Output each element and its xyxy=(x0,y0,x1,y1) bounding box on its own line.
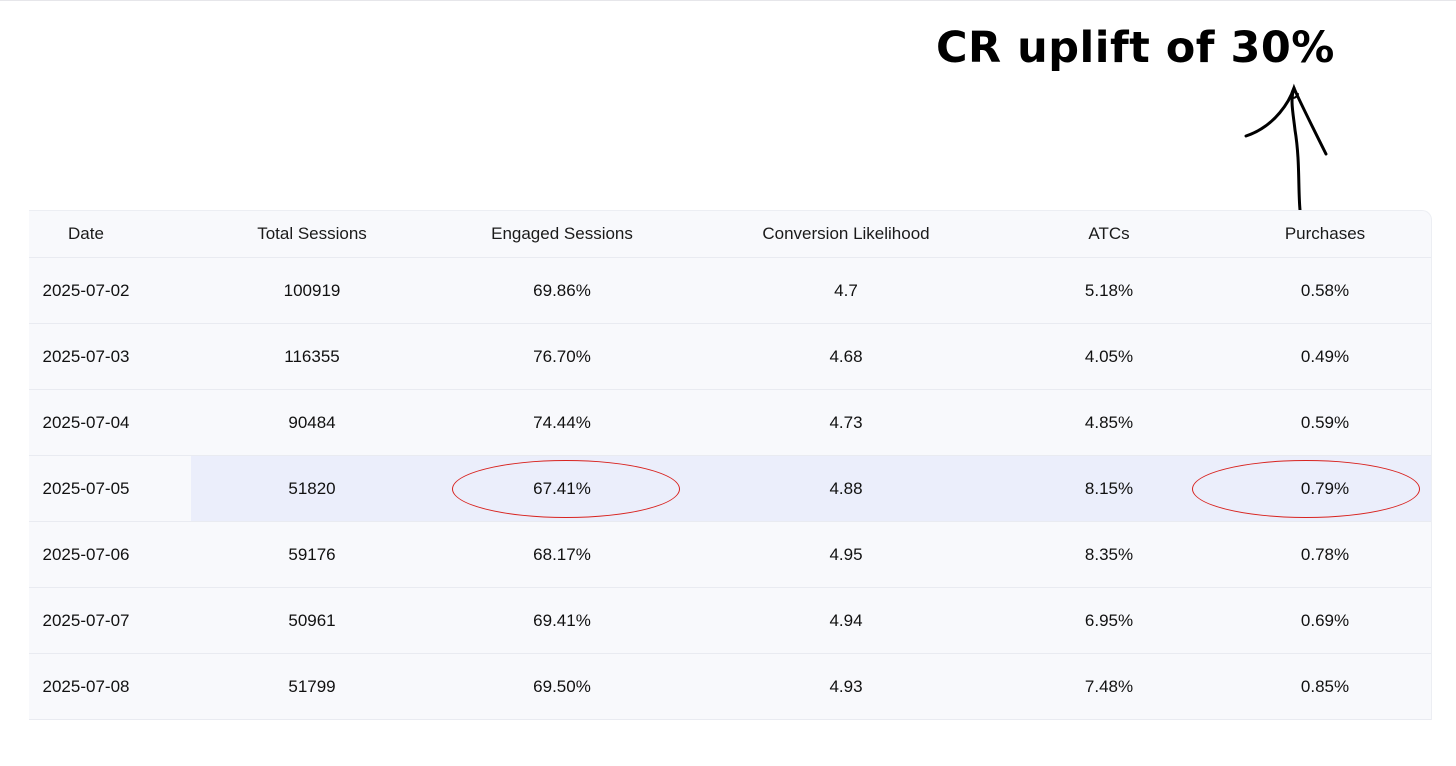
cell-total-sessions: 100919 xyxy=(283,280,341,300)
cell-total-sessions: 50961 xyxy=(288,610,336,630)
cell-conversion-likelihood: 4.95 xyxy=(829,544,863,564)
annotation-text: CR uplift of 30% xyxy=(936,23,1335,73)
red-circle-annotation xyxy=(452,460,680,518)
cell-atcs: 8.35% xyxy=(1084,544,1134,564)
cell-date: 2025-07-02 xyxy=(42,280,130,300)
cell-total-sessions: 59176 xyxy=(288,544,336,564)
cell-conversion-likelihood: 4.7 xyxy=(834,280,858,300)
cell-atcs: 8.15% xyxy=(1084,478,1134,498)
column-header-purchases[interactable]: Purchases xyxy=(1225,211,1425,257)
cell-date: 2025-07-07 xyxy=(42,610,130,630)
column-header-conversion-likelihood[interactable]: Conversion Likelihood xyxy=(696,211,996,257)
cell-engaged-sessions: 76.70% xyxy=(533,346,591,366)
table-row[interactable]: 2025-07-07 50961 69.41% 4.94 6.95% 0.69% xyxy=(29,588,1431,654)
column-header-total-sessions[interactable]: Total Sessions xyxy=(192,211,432,257)
cell-engaged-sessions: 68.17% xyxy=(533,544,591,564)
hand-drawn-arrow-up-icon xyxy=(1244,83,1328,212)
table-row[interactable]: 2025-07-05 51820 67.41% 4.88 8.15% 0.79% xyxy=(29,456,1431,522)
cell-conversion-likelihood: 4.68 xyxy=(829,346,863,366)
cell-purchases: 0.69% xyxy=(1300,610,1350,630)
cell-date: 2025-07-03 xyxy=(42,346,130,366)
column-header-date[interactable]: Date xyxy=(29,211,143,257)
cell-date: 2025-07-08 xyxy=(42,676,130,696)
cell-atcs: 6.95% xyxy=(1084,610,1134,630)
cell-total-sessions: 51799 xyxy=(288,676,336,696)
cell-atcs: 7.48% xyxy=(1084,676,1134,696)
cell-atcs: 4.05% xyxy=(1084,346,1134,366)
top-divider xyxy=(0,0,1456,1)
column-header-atcs[interactable]: ATCs xyxy=(1009,211,1209,257)
table-row[interactable]: 2025-07-03 116355 76.70% 4.68 4.05% 0.49% xyxy=(29,324,1431,390)
table-header-row: Date Total Sessions Engaged Sessions Conver… xyxy=(29,211,1431,258)
cell-engaged-sessions: 74.44% xyxy=(533,412,591,432)
cell-total-sessions: 51820 xyxy=(288,478,336,498)
cell-engaged-sessions: 69.41% xyxy=(533,610,591,630)
table-row[interactable]: 2025-07-06 59176 68.17% 4.95 8.35% 0.78% xyxy=(29,522,1431,588)
cell-conversion-likelihood: 4.93 xyxy=(829,676,863,696)
metrics-table: Date Total Sessions Engaged Sessions Conver… xyxy=(29,210,1432,720)
table-row[interactable]: 2025-07-08 51799 69.50% 4.93 7.48% 0.85% xyxy=(29,654,1431,720)
cell-conversion-likelihood: 4.88 xyxy=(829,478,863,498)
cell-engaged-sessions: 69.86% xyxy=(533,280,591,300)
cell-purchases: 0.58% xyxy=(1300,280,1350,300)
cell-date: 2025-07-04 xyxy=(42,412,130,432)
cell-date: 2025-07-05 xyxy=(42,478,130,498)
cell-date: 2025-07-06 xyxy=(42,544,130,564)
cell-purchases: 0.85% xyxy=(1300,676,1350,696)
cell-atcs: 5.18% xyxy=(1084,280,1134,300)
cell-purchases: 0.78% xyxy=(1300,544,1350,564)
cell-purchases: 0.59% xyxy=(1300,412,1350,432)
cell-total-sessions: 90484 xyxy=(288,412,336,432)
cell-conversion-likelihood: 4.73 xyxy=(829,412,863,432)
table-row[interactable]: 2025-07-04 90484 74.44% 4.73 4.85% 0.59% xyxy=(29,390,1431,456)
cell-conversion-likelihood: 4.94 xyxy=(829,610,863,630)
cell-atcs: 4.85% xyxy=(1084,412,1134,432)
table-row[interactable]: 2025-07-02 100919 69.86% 4.7 5.18% 0.58% xyxy=(29,258,1431,324)
cell-engaged-sessions: 69.50% xyxy=(533,676,591,696)
cell-total-sessions: 116355 xyxy=(284,346,340,366)
column-header-engaged-sessions[interactable]: Engaged Sessions xyxy=(442,211,682,257)
red-circle-annotation xyxy=(1192,460,1420,518)
cell-purchases: 0.49% xyxy=(1300,346,1350,366)
